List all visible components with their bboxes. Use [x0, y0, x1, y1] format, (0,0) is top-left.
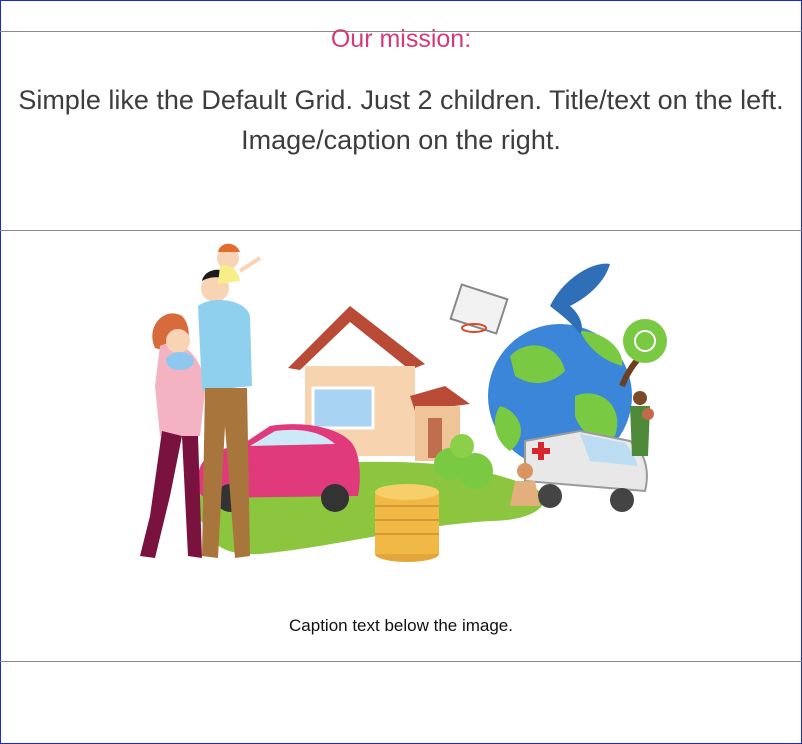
mission-title: Our mission: [330, 25, 472, 53]
whale-icon [550, 263, 610, 334]
coin-stack-icon [375, 484, 439, 562]
basketball-hoop-icon [449, 283, 509, 335]
family-home-illustration [140, 243, 667, 562]
family-icon [140, 243, 262, 558]
figure-section: Caption text below the image. [0, 232, 802, 662]
tree-icon [619, 319, 667, 388]
mission-text: Simple like the Default Grid. Just 2 chi… [18, 85, 784, 155]
figure-caption: Caption text below the image. [289, 616, 513, 635]
ambulance-icon [524, 429, 648, 512]
mother-child-icon [630, 391, 654, 456]
